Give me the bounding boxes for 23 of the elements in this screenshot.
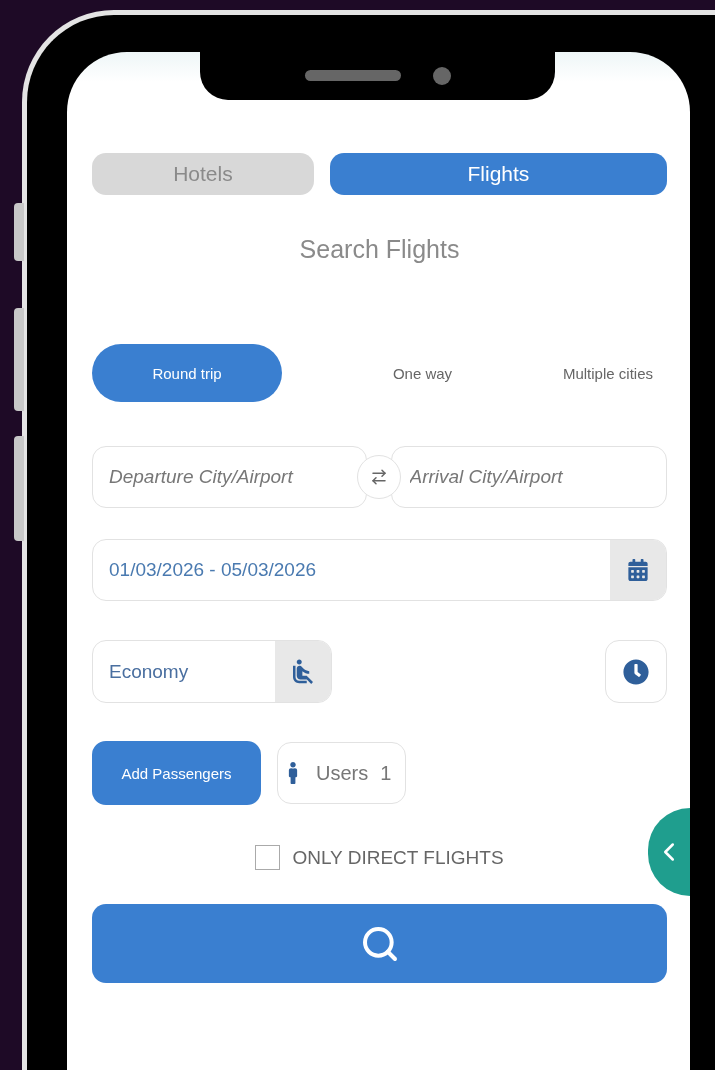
tab[interactable]: Flights bbox=[329, 153, 667, 195]
cabin-class-input[interactable]: Economy bbox=[93, 660, 275, 683]
checkbox[interactable] bbox=[255, 845, 281, 870]
cabin-class-field[interactable]: Economy bbox=[92, 640, 332, 703]
time-button[interactable] bbox=[605, 640, 667, 703]
users-label: Users bbox=[316, 761, 369, 785]
checkbox-label: ONLY DIRECT FLIGHTS bbox=[292, 846, 504, 869]
page-title: Search Flights bbox=[298, 235, 461, 264]
users-count: 1 bbox=[380, 761, 392, 785]
tab[interactable]: Hotels bbox=[92, 153, 314, 195]
clock-icon bbox=[623, 658, 649, 685]
calendar-icon bbox=[627, 559, 649, 581]
add-passengers-button[interactable]: Add Passengers bbox=[92, 741, 261, 805]
swap-icon bbox=[369, 468, 388, 486]
seat-button[interactable] bbox=[275, 641, 331, 702]
trip-type-option[interactable]: Multiple cities bbox=[562, 344, 653, 402]
calendar-button[interactable] bbox=[610, 540, 666, 600]
date-range-input[interactable]: 01/03/2026 - 05/03/2026 bbox=[93, 559, 610, 581]
date-range-field[interactable]: 01/03/2026 - 05/03/2026 bbox=[92, 539, 667, 601]
departure-field[interactable]: Departure City/Airport bbox=[92, 446, 367, 508]
trip-type-option[interactable]: Round trip bbox=[92, 344, 282, 402]
camera-dot bbox=[432, 66, 451, 85]
trip-type-option[interactable]: One way bbox=[392, 344, 453, 402]
